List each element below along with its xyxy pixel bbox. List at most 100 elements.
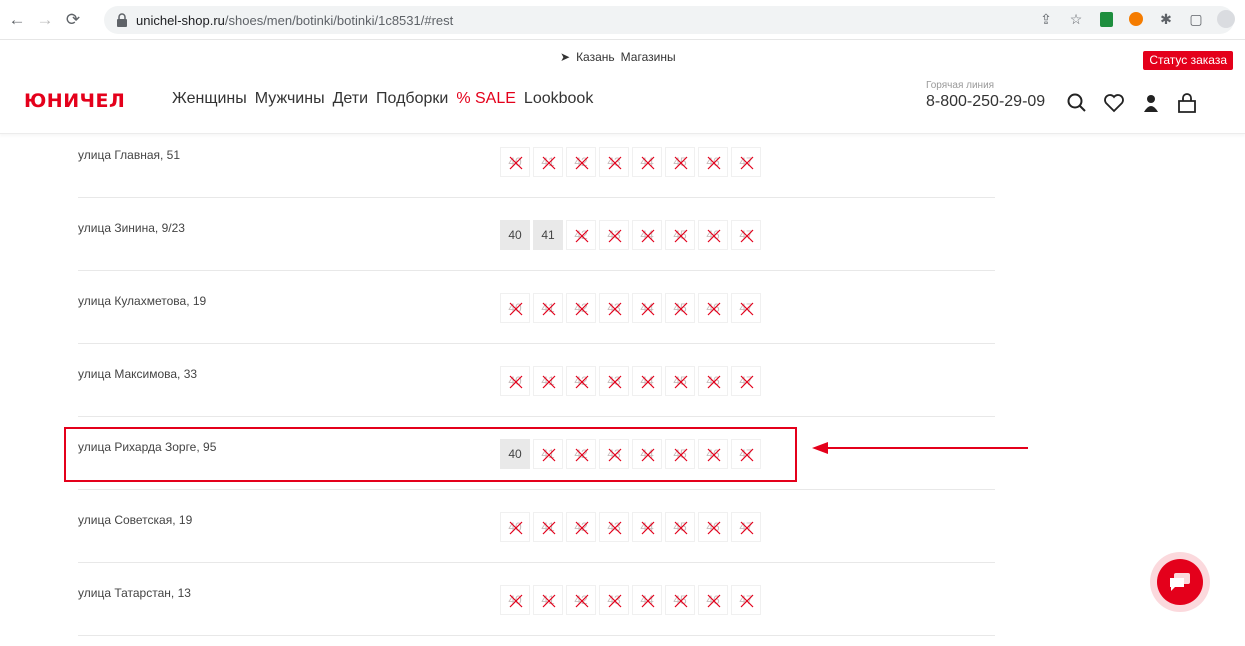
menu-sale[interactable]: % SALE <box>456 90 516 108</box>
heart-icon[interactable] <box>1103 92 1125 114</box>
menu-collections[interactable]: Подборки <box>376 90 448 108</box>
size-unavailable: 46 <box>698 366 728 396</box>
cross-icon <box>575 156 589 170</box>
menu-men[interactable]: Мужчины <box>255 90 325 108</box>
search-icon[interactable] <box>1066 92 1088 114</box>
store-address: улица Татарстан, 13 <box>78 586 191 600</box>
bookmark-star-icon[interactable]: ☆ <box>1067 10 1085 28</box>
cross-icon <box>608 229 622 243</box>
cross-icon <box>674 302 688 316</box>
cross-icon <box>707 375 721 389</box>
menu-kids[interactable]: Дети <box>333 90 368 108</box>
size-unavailable: 40 <box>500 585 530 615</box>
size-unavailable: 44 <box>632 147 662 177</box>
cross-icon <box>740 229 754 243</box>
cross-icon <box>707 521 721 535</box>
cross-icon <box>641 375 655 389</box>
main-menu: Женщины Мужчины Дети Подборки % SALE Loo… <box>172 90 593 108</box>
cross-icon <box>674 594 688 608</box>
store-address: улица Зинина, 9/23 <box>78 221 185 235</box>
size-unavailable: 47 <box>731 366 761 396</box>
store-availability-list: улица Главная, 514041424344454647улица З… <box>78 125 995 636</box>
size-unavailable: 41 <box>533 366 563 396</box>
cross-icon <box>707 594 721 608</box>
size-unavailable: 47 <box>731 147 761 177</box>
sidepanel-icon[interactable]: ▢ <box>1187 10 1205 28</box>
cart-bag-icon[interactable] <box>1176 92 1198 114</box>
size-unavailable: 45 <box>665 585 695 615</box>
size-available[interactable]: 40 <box>500 220 530 250</box>
top-strip: ➤ Казань Магазины Статус заказа <box>0 40 1245 74</box>
cross-icon <box>641 521 655 535</box>
cross-icon <box>608 594 622 608</box>
cross-icon <box>707 302 721 316</box>
extension-orange-icon[interactable] <box>1127 10 1145 28</box>
cross-icon <box>608 375 622 389</box>
size-unavailable: 45 <box>665 220 695 250</box>
chat-button[interactable] <box>1150 552 1210 612</box>
hotline-phone[interactable]: 8-800-250-29-09 <box>926 93 1045 111</box>
size-unavailable: 46 <box>698 585 728 615</box>
cross-icon <box>575 521 589 535</box>
menu-women[interactable]: Женщины <box>172 90 247 108</box>
city-selector[interactable]: ➤ Казань Магазины <box>560 50 676 64</box>
size-unavailable: 42 <box>566 585 596 615</box>
size-unavailable: 40 <box>500 366 530 396</box>
cross-icon <box>542 156 556 170</box>
size-unavailable: 43 <box>599 585 629 615</box>
cross-icon <box>641 156 655 170</box>
size-unavailable: 41 <box>533 512 563 542</box>
cross-icon <box>575 302 589 316</box>
cross-icon <box>608 302 622 316</box>
profile-icon[interactable] <box>1217 10 1235 28</box>
size-available[interactable]: 41 <box>533 220 563 250</box>
size-list: 4041424344454647 <box>500 366 761 396</box>
size-unavailable: 46 <box>698 147 728 177</box>
location-arrow-icon: ➤ <box>560 50 571 64</box>
size-unavailable: 40 <box>500 147 530 177</box>
share-icon[interactable]: ⇪ <box>1037 10 1055 28</box>
city-label[interactable]: Казань <box>576 50 615 64</box>
size-unavailable: 47 <box>731 585 761 615</box>
cross-icon <box>740 594 754 608</box>
size-unavailable: 46 <box>698 293 728 323</box>
menu-lookbook[interactable]: Lookbook <box>524 90 593 108</box>
size-unavailable: 45 <box>665 147 695 177</box>
cross-icon <box>740 156 754 170</box>
hotline-label: Горячая линия <box>926 80 995 91</box>
user-icon[interactable] <box>1140 92 1162 114</box>
size-unavailable: 47 <box>731 220 761 250</box>
size-unavailable: 43 <box>599 147 629 177</box>
size-unavailable: 40 <box>500 512 530 542</box>
highlight-box <box>64 427 797 482</box>
size-unavailable: 44 <box>632 293 662 323</box>
size-label: 41 <box>541 228 555 242</box>
size-list: 4041424344454647 <box>500 512 761 542</box>
puzzle-icon[interactable]: ✱ <box>1157 10 1175 28</box>
cross-icon <box>674 521 688 535</box>
extension-sheets-icon[interactable] <box>1097 10 1115 28</box>
browser-toolbar: ← → ⟳ unichel-shop.ru/shoes/men/botinki/… <box>0 0 1245 40</box>
forward-icon[interactable]: → <box>34 9 56 31</box>
stores-link[interactable]: Магазины <box>621 50 676 64</box>
cross-icon <box>707 156 721 170</box>
back-icon[interactable]: ← <box>6 9 28 31</box>
cross-icon <box>509 521 523 535</box>
size-list: 4041424344454647 <box>500 585 761 615</box>
store-address: улица Кулахметова, 19 <box>78 294 207 308</box>
order-status-button[interactable]: Статус заказа <box>1143 51 1233 70</box>
site-logo[interactable]: ЮНИЧЕЛ <box>24 90 125 112</box>
store-address: улица Главная, 51 <box>78 148 181 162</box>
cross-icon <box>674 229 688 243</box>
cross-icon <box>542 594 556 608</box>
cross-icon <box>575 375 589 389</box>
cross-icon <box>641 594 655 608</box>
size-unavailable: 47 <box>731 293 761 323</box>
cross-icon <box>509 594 523 608</box>
cross-icon <box>674 375 688 389</box>
cross-icon <box>707 229 721 243</box>
store-row: улица Зинина, 9/23 40 41 424344454647 <box>78 198 995 271</box>
cross-icon <box>608 521 622 535</box>
reload-icon[interactable]: ⟳ <box>62 9 84 31</box>
cross-icon <box>542 521 556 535</box>
